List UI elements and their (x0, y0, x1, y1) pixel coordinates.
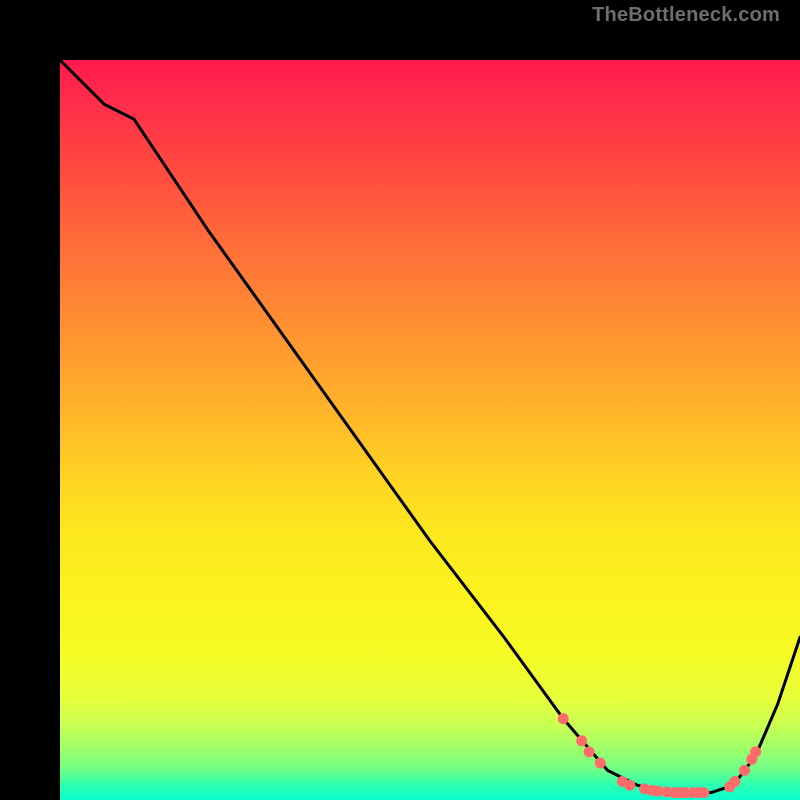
curve-marker (739, 765, 750, 776)
chart-frame (0, 0, 800, 800)
curve-marker (595, 758, 606, 769)
chart-svg (60, 60, 800, 800)
watermark-text: TheBottleneck.com (592, 4, 780, 27)
curve-marker (624, 780, 635, 791)
curve-marker (558, 713, 569, 724)
curve-marker (584, 746, 595, 757)
bottleneck-curve (60, 60, 800, 793)
curve-marker (729, 776, 740, 787)
curve-marker (698, 787, 709, 798)
curve-marker (576, 735, 587, 746)
plot-area (60, 60, 800, 800)
curve-marker (750, 746, 761, 757)
curve-markers (558, 713, 761, 798)
